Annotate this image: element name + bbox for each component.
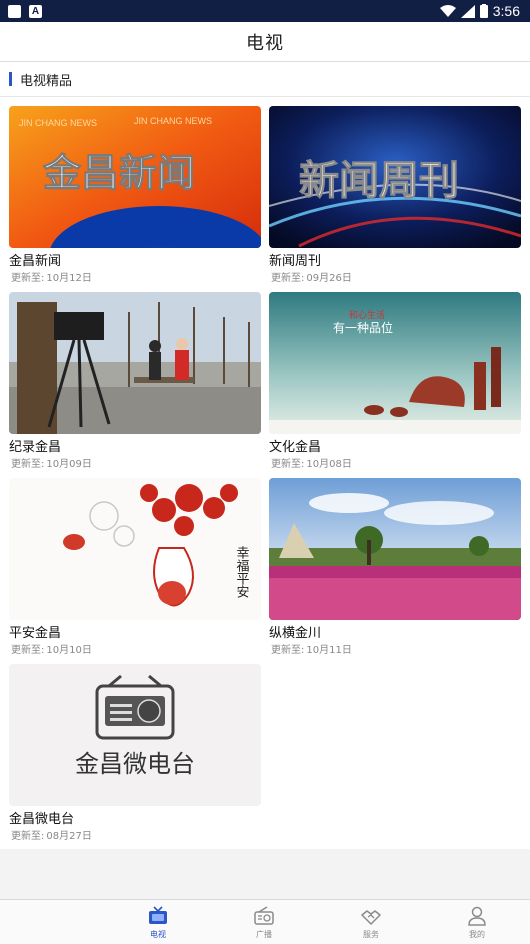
- art-stamp: 和心生活: [349, 309, 385, 321]
- notification-icon: [8, 4, 21, 18]
- program-card-micro-radio[interactable]: 金昌微电台 金昌微电台 更新至: 08月27日: [9, 664, 261, 843]
- program-card-news-weekly[interactable]: 新闻周刊 新闻周刊 更新至: 09月26日: [269, 106, 521, 285]
- art-title: 金昌微电台: [75, 750, 195, 778]
- program-grid: JIN CHANG NEWS JIN CHANG NEWS 金昌新闻 金昌新闻 …: [0, 97, 530, 849]
- tab-radio[interactable]: 广播: [234, 905, 294, 940]
- program-update-date: 更新至: 10月11日: [271, 645, 352, 656]
- program-card-jinchang-news[interactable]: JIN CHANG NEWS JIN CHANG NEWS 金昌新闻 金昌新闻 …: [9, 106, 261, 285]
- program-update-date: 更新至: 10月09日: [11, 459, 92, 470]
- tab-tv[interactable]: 电视: [128, 905, 188, 940]
- art-subtitle: JIN CHANG NEWS: [19, 118, 97, 128]
- art-title: 新闻周刊: [299, 158, 459, 204]
- program-name: 文化金昌: [269, 440, 322, 455]
- program-thumbnail: 和心生活 有一种品位: [269, 292, 521, 434]
- program-update-date: 更新至: 10月12日: [11, 273, 92, 284]
- page-title: 电视: [246, 32, 284, 54]
- program-thumbnail: JIN CHANG NEWS JIN CHANG NEWS 金昌新闻: [9, 106, 261, 248]
- program-update-date: 更新至: 09月26日: [271, 273, 352, 284]
- tab-label: 电视: [150, 930, 166, 939]
- program-card-culture[interactable]: 和心生活 有一种品位 文化金昌 更新至: 10月08日: [269, 292, 521, 471]
- program-name: 平安金昌: [9, 626, 62, 641]
- app-notification-icon: A: [29, 4, 42, 18]
- program-update-date: 更新至: 08月27日: [11, 831, 92, 842]
- program-card-documentary[interactable]: 纪录金昌 更新至: 10月09日: [9, 292, 261, 471]
- bottom-tab-bar: 电视 广播 服务 我的: [0, 899, 530, 944]
- section-accent-bar: [9, 72, 12, 86]
- title-bar: 电视: [0, 22, 530, 62]
- program-name: 新闻周刊: [269, 254, 322, 269]
- tab-label: 服务: [363, 930, 379, 939]
- program-card-zongheng-jinchuan[interactable]: 纵横金川 更新至: 10月11日: [269, 478, 521, 657]
- battery-icon: [479, 4, 488, 18]
- program-thumbnail: 新闻周刊: [269, 106, 521, 248]
- program-name: 纵横金川: [269, 626, 322, 641]
- program-update-date: 更新至: 10月10日: [11, 645, 92, 656]
- program-name: 金昌新闻: [9, 254, 62, 269]
- signal-icon: [460, 4, 475, 18]
- program-update-date: 更新至: 10月08日: [271, 459, 352, 470]
- tab-service[interactable]: 服务: [341, 905, 401, 940]
- program-card-safe-jinchang[interactable]: 幸福平安 平安金昌 更新至: 10月10日: [9, 478, 261, 657]
- tab-label: 我的: [469, 930, 485, 939]
- program-thumbnail: [9, 292, 261, 434]
- radio-icon: [254, 906, 274, 925]
- program-name: 纪录金昌: [9, 440, 62, 455]
- program-thumbnail: [269, 478, 521, 620]
- section-header: 电视精品: [0, 62, 530, 97]
- art-title: 有一种品位: [333, 320, 393, 335]
- tab-label: 广播: [256, 930, 272, 939]
- status-time: 3:56: [492, 3, 520, 19]
- art-title: 幸福平安: [234, 546, 250, 598]
- program-name: 金昌微电台: [9, 812, 75, 827]
- wifi-icon: [439, 4, 456, 17]
- tab-mine[interactable]: 我的: [447, 905, 507, 940]
- program-thumbnail: 幸福平安: [9, 478, 261, 620]
- status-bar: A 3:56: [0, 0, 530, 22]
- svg-text:JIN CHANG NEWS: JIN CHANG NEWS: [134, 116, 212, 126]
- person-icon: [468, 906, 486, 926]
- program-thumbnail: 金昌微电台: [9, 664, 261, 806]
- handshake-icon: [361, 910, 381, 925]
- tv-icon: [149, 906, 167, 924]
- section-title: 电视精品: [20, 73, 73, 89]
- art-title: 金昌新闻: [42, 151, 195, 195]
